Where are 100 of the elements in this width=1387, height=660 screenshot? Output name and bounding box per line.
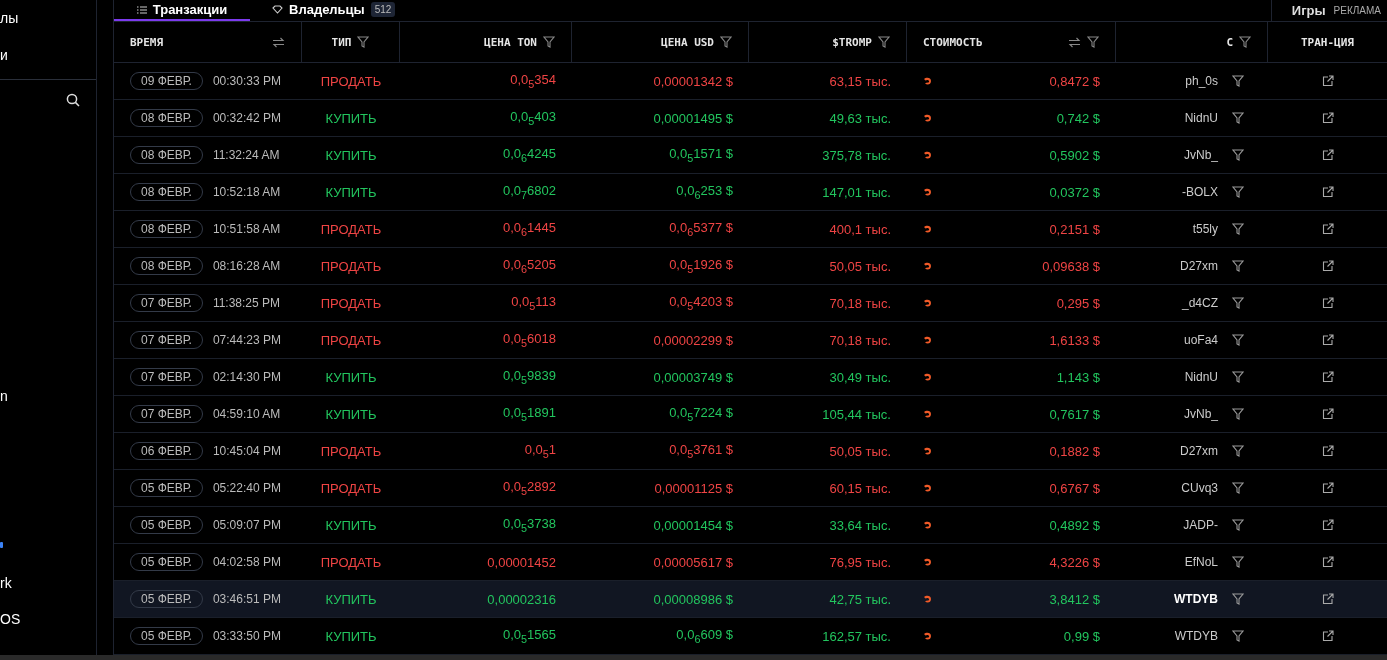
table-row[interactable]: 07 ФЕВР. 07:44:23 PM ПРОДАТЬ 0,0$_{5}$6018 0,00002299 $ 70,18 тыс. 1,6133 $ uoFa4 [114,322,1387,359]
address-link[interactable]: JvNb_ [1184,148,1218,162]
filter-icon[interactable] [357,36,370,48]
table-row[interactable]: 06 ФЕВР. 10:45:04 PM ПРОДАТЬ 0,0$_{5}$1 0,0$_{5}$3761 $ 50,05 тыс. 0,1882 $ D27xm [114,433,1387,470]
address-link[interactable]: _d4CZ [1181,296,1218,310]
address-link[interactable]: -BOLX [1182,185,1218,199]
table-cell: 0,742 $ [1056,110,1100,126]
filter-icon[interactable] [1232,630,1244,642]
search-icon[interactable] [66,93,80,107]
external-link-icon[interactable] [1321,482,1334,494]
header-link[interactable]: Игры [1291,3,1326,18]
filter-icon[interactable] [1232,408,1244,420]
address-link[interactable]: uoFa4 [1183,333,1218,347]
external-link-icon[interactable] [1321,445,1334,457]
time-text: 10:45:04 PM [212,444,281,458]
table-row[interactable]: 08 ФЕВР. 00:32:42 PM КУПИТЬ 0,0$_{5}$403 0,00001495 $ 49,63 тыс. 0,742 $ NidnU [114,100,1387,137]
filter-icon[interactable] [1232,334,1244,346]
table-cell: 0,0372 $ [1049,184,1100,200]
table-cell: 0,4892 $ [1049,517,1100,533]
table-cell: 0,09638 $ [1042,258,1100,274]
filter-icon[interactable] [1232,112,1244,124]
external-link-icon[interactable] [1321,223,1334,235]
filter-icon[interactable] [1232,75,1244,87]
table-cell: 0,295 $ [1056,295,1100,311]
external-link-icon[interactable] [1321,149,1334,161]
table-cell: 0,0$_{6}$5205 [502,257,556,275]
table-row[interactable]: 07 ФЕВР. 11:38:25 PM ПРОДАТЬ 0,0$_{5}$113 0,0$_{5}$4203 $ 70,18 тыс. 0,295 $ _d4CZ [114,285,1387,322]
table-row[interactable]: 09 ФЕВР. 00:30:33 PM ПРОДАТЬ 0,0$_{5}$354 0,00001342 $ 63,15 тыс. 0,8472 $ ph_0s [114,63,1387,100]
external-link-icon[interactable] [1321,186,1334,198]
table-row[interactable]: 08 ФЕВР. 10:52:18 AM КУПИТЬ 0,0$_{7}$6802 0,0$_{6}$253 $ 147,01 тыс. 0,0372 $ -BOLX [114,174,1387,211]
table-cell: 0,00002316 [487,591,556,607]
filter-icon[interactable] [1232,149,1244,161]
filter-icon[interactable] [1232,260,1244,272]
address-link[interactable]: WTDYB [1174,592,1218,606]
filter-icon[interactable] [1232,519,1244,531]
address-link[interactable]: WTDYB [1174,629,1218,643]
table-row[interactable]: 05 ФЕВР. 05:09:07 PM КУПИТЬ 0,0$_{5}$3738 0,00001454 $ 33,64 тыс. 0,4892 $ JADP- [114,507,1387,544]
external-link-icon[interactable] [1321,630,1334,642]
table-row[interactable]: 05 ФЕВР. 05:22:40 PM ПРОДАТЬ 0,0$_{5}$2892 0,00001125 $ 60,15 тыс. 0,6767 $ CUvq3 [114,470,1387,507]
filter-icon[interactable] [543,36,555,48]
sort-icon[interactable] [1068,36,1081,48]
address-link[interactable]: JvNb_ [1184,407,1218,421]
filter-icon[interactable] [720,36,732,48]
address-link[interactable]: D27xm [1180,444,1218,458]
external-link-icon[interactable] [1321,75,1334,87]
sidebar-item[interactable]: n [0,387,8,405]
filter-icon[interactable] [1232,186,1244,198]
external-link-icon[interactable] [1321,556,1334,568]
filter-icon[interactable] [1232,297,1244,309]
external-link-icon[interactable] [1321,297,1334,309]
table-row[interactable]: 07 ФЕВР. 04:59:10 AM КУПИТЬ 0,0$_{5}$1891 0,0$_{5}$7224 $ 105,44 тыс. 0,7617 $ JvNb_ [114,396,1387,433]
filter-icon[interactable] [1232,482,1244,494]
filter-icon[interactable] [878,36,890,48]
sort-icon[interactable] [272,36,285,48]
tab[interactable]: Транзакции [114,0,250,21]
address-link[interactable]: JADP- [1183,518,1218,532]
table-row[interactable]: 08 ФЕВР. 08:16:28 AM ПРОДАТЬ 0,0$_{6}$5205 0,0$_{5}$1926 $ 50,05 тыс. 0,09638 $ D27xm [114,248,1387,285]
table-cell: 0,0$_{5}$7224 $ [669,405,733,423]
table-row[interactable]: 08 ФЕВР. 11:32:24 AM КУПИТЬ 0,0$_{6}$4245 0,0$_{5}$1571 $ 375,78 тыс. 0,5902 $ JvNb_ [114,137,1387,174]
external-link-icon[interactable] [1321,408,1334,420]
trade-type: КУПИТЬ [325,628,377,644]
external-link-icon[interactable] [1321,112,1334,124]
table-cell: 0,0$_{5}$2892 [502,479,556,497]
address-link[interactable]: t55ly [1192,222,1218,236]
external-link-icon[interactable] [1321,260,1334,272]
filter-icon[interactable] [1232,556,1244,568]
sidebar-item[interactable]: OS [0,610,21,628]
trade-type: ПРОДАТЬ [320,221,382,237]
table-cell: 0,0$_{5}$1565 [502,627,556,645]
address-link[interactable]: NidnU [1184,111,1218,125]
header-link[interactable]: РЕКЛАМА [1333,5,1381,16]
time-text: 04:59:10 AM [212,407,281,421]
filter-icon[interactable] [1239,36,1251,48]
external-link-icon[interactable] [1321,519,1334,531]
table-row[interactable]: 05 ФЕВР. 03:46:51 PM КУПИТЬ 0,00002316 0,00008986 $ 42,75 тыс. 3,8412 $ WTDYB [114,581,1387,618]
filter-icon[interactable] [1232,593,1244,605]
external-link-icon[interactable] [1321,334,1334,346]
address-link[interactable]: NidnU [1184,370,1218,384]
filter-icon[interactable] [1232,445,1244,457]
sidebar-item[interactable]: и [0,46,8,64]
time-text: 04:02:58 PM [212,555,281,569]
address-link[interactable]: D27xm [1180,259,1218,273]
address-link[interactable]: CUvq3 [1181,481,1218,495]
external-link-icon[interactable] [1321,371,1334,383]
filter-icon[interactable] [1232,223,1244,235]
table-cell: 0,0$_{6}$253 $ [676,183,733,201]
table-cell: 0,0$_{7}$6802 [502,183,556,201]
address-link[interactable]: EfNoL [1184,555,1218,569]
tab[interactable]: Владельцы 512 [250,0,418,21]
table-cell: 0,0$_{5}$354 [510,72,556,90]
table-row[interactable]: 08 ФЕВР. 10:51:58 AM ПРОДАТЬ 0,0$_{6}$1445 0,0$_{6}$5377 $ 400,1 тыс. 0,2151 $ t55ly [114,211,1387,248]
filter-icon[interactable] [1232,371,1244,383]
filter-icon[interactable] [1087,36,1099,48]
sidebar-item[interactable]: rk [0,574,12,592]
external-link-icon[interactable] [1321,593,1334,605]
address-link[interactable]: ph_0s [1185,74,1218,88]
time-text: 08:16:28 AM [212,259,281,273]
table-cell: 0,0$_{5}$113 [511,294,556,312]
sidebar-item[interactable]: лы [0,9,19,27]
table-row[interactable]: 07 ФЕВР. 02:14:30 PM КУПИТЬ 0,0$_{5}$9839 0,00003749 $ 30,49 тыс. 1,143 $ NidnU [114,359,1387,396]
